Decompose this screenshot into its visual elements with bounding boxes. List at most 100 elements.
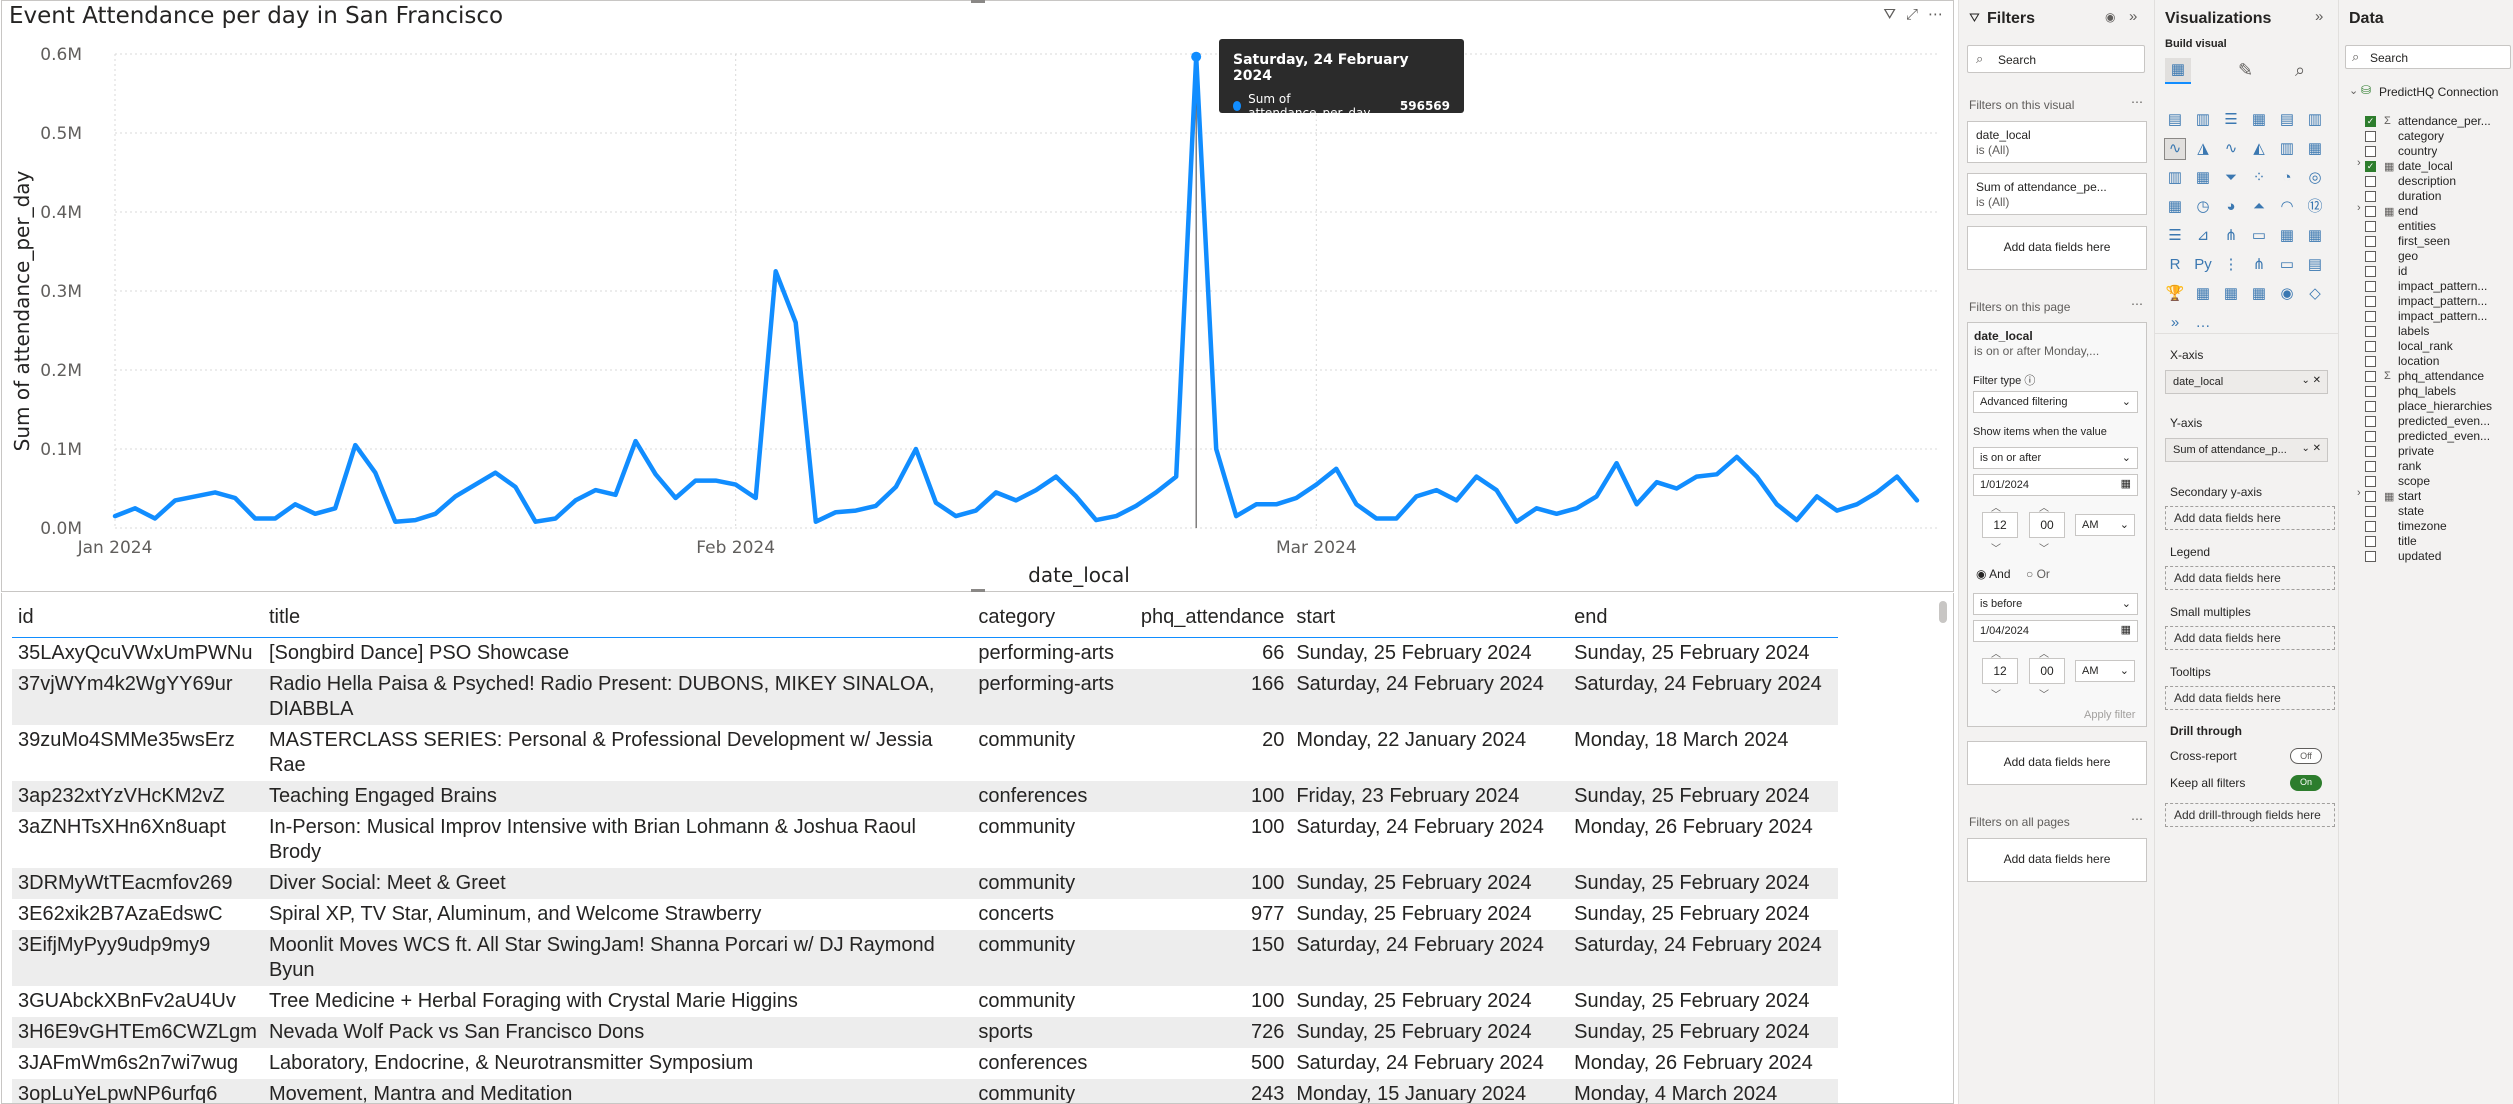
- table-row[interactable]: 3DRMyWtTEacmfov269 Diver Social: Meet & G…: [12, 867, 1838, 899]
- line-chart-visual[interactable]: 0.0M 0.1M 0.2M 0.3M 0.4M 0.5M 0.6M Jan 2024 Feb …: [1, 0, 1954, 592]
- y-axis-field-chip[interactable]: Sum of attendance_p... ⌄ ✕: [2165, 438, 2328, 462]
- visual-type-icon[interactable]: ▥: [2165, 168, 2185, 188]
- eye-icon[interactable]: ◉: [2105, 10, 2115, 24]
- connection-name[interactable]: PredictHQ Connection: [2379, 85, 2498, 99]
- minute-down-icon[interactable]: ﹀: [2039, 686, 2049, 701]
- visual-type-icon[interactable]: ▦: [2193, 168, 2213, 188]
- resize-handle-bottom[interactable]: [971, 589, 985, 592]
- visual-type-icon[interactable]: ▦: [2305, 139, 2325, 159]
- expand-chevron-icon[interactable]: ›: [2357, 202, 2361, 214]
- hour-down-icon[interactable]: ﹀: [1991, 540, 2001, 555]
- filter-type-dropdown[interactable]: Advanced filtering ⌄: [1973, 391, 2138, 413]
- chevron-down-icon[interactable]: ⌄ ✕: [2301, 443, 2321, 454]
- visual-type-icon[interactable]: ∿: [2164, 138, 2186, 160]
- table-row[interactable]: 3ap232xtYzVHcKM2vZ Teaching Engaged Brain…: [12, 780, 1838, 812]
- visual-type-icon[interactable]: ⋔: [2221, 226, 2241, 246]
- visual-type-icon[interactable]: ▤: [2305, 255, 2325, 275]
- table-row[interactable]: 39zuMo4SMMe35wsErz MASTERCLASS SERIES: Pe…: [12, 725, 1838, 781]
- data-field-row[interactable]: updated: [2365, 545, 2500, 567]
- apply-filter-button[interactable]: Apply filter: [2084, 709, 2135, 721]
- table-row[interactable]: 37vjWYm4k2WgYY69ur Radio Hella Paisa & Ps…: [12, 668, 1838, 725]
- visual-type-icon[interactable]: ◮: [2193, 139, 2213, 159]
- add-visual-filter-well[interactable]: Add data fields here: [1967, 226, 2147, 270]
- visual-type-icon[interactable]: ▤: [2277, 110, 2297, 130]
- visual-type-icon[interactable]: ◉: [2277, 284, 2297, 304]
- visual-type-icon[interactable]: »: [2165, 313, 2185, 333]
- visual-type-icon[interactable]: ▥: [2305, 110, 2325, 130]
- and-radio[interactable]: ◉ And: [1976, 567, 2011, 581]
- minute-1-input[interactable]: 00: [2029, 512, 2065, 538]
- visual-type-icon[interactable]: ☰: [2165, 226, 2185, 246]
- visual-type-icon[interactable]: ◭: [2249, 139, 2269, 159]
- visual-type-icon[interactable]: ▦: [2193, 284, 2213, 304]
- filter-icon[interactable]: ⛛: [1883, 5, 1896, 23]
- visual-type-icon[interactable]: ⋮: [2221, 255, 2241, 275]
- table-visual[interactable]: id title category phq_attendance start e…: [1, 593, 1954, 1104]
- calendar-icon[interactable]: ▦: [2121, 477, 2131, 490]
- expand-chevron-icon[interactable]: ›: [2357, 487, 2361, 499]
- visual-type-icon[interactable]: ▦: [2277, 226, 2297, 246]
- data-search-box[interactable]: ⌕ Search: [2345, 45, 2511, 69]
- column-header-title[interactable]: title: [262, 599, 973, 638]
- visual-type-icon[interactable]: ◎: [2305, 168, 2325, 188]
- date-2-input[interactable]: 1/04/2024 ▦: [1973, 620, 2138, 642]
- visual-type-icon[interactable]: ⑫: [2305, 197, 2325, 217]
- condition-1-dropdown[interactable]: is on or after ⌄: [1973, 447, 2138, 469]
- visual-type-icon[interactable]: ▦: [2249, 110, 2269, 130]
- more-options-icon[interactable]: ⋯: [2131, 297, 2143, 311]
- build-visual-tab-icon[interactable]: ▦: [2165, 58, 2191, 84]
- drill-through-well[interactable]: Add drill-through fields here: [2165, 803, 2335, 827]
- condition-2-dropdown[interactable]: is before ⌄: [1973, 593, 2138, 615]
- highlighted-data-point[interactable]: [1191, 51, 1202, 62]
- table-scrollbar[interactable]: [1939, 601, 1947, 623]
- minute-2-input[interactable]: 00: [2029, 658, 2065, 684]
- more-options-icon[interactable]: ⋯: [2131, 95, 2143, 109]
- column-header-id[interactable]: id: [12, 599, 263, 638]
- more-options-icon[interactable]: ⋯: [2131, 812, 2143, 826]
- visual-type-icon[interactable]: ⏷: [2221, 168, 2241, 188]
- hour-down-icon[interactable]: ﹀: [1991, 686, 2001, 701]
- visual-type-icon[interactable]: ◷: [2193, 197, 2213, 217]
- visual-type-icon[interactable]: ◕: [2221, 197, 2241, 217]
- visual-filter-card-date[interactable]: date_local is (All): [1967, 121, 2147, 163]
- ampm-2-dropdown[interactable]: AM ⌄: [2075, 660, 2135, 682]
- collapse-pane-icon[interactable]: »: [2315, 8, 2323, 25]
- visual-type-icon[interactable]: ▤: [2165, 110, 2185, 130]
- small-multiples-well[interactable]: Add data fields here: [2165, 626, 2335, 650]
- visual-type-icon[interactable]: ☰: [2221, 110, 2241, 130]
- legend-well[interactable]: Add data fields here: [2165, 566, 2335, 590]
- visual-type-icon[interactable]: ◠: [2277, 197, 2297, 217]
- format-visual-tab-icon[interactable]: ✎: [2238, 60, 2253, 81]
- visual-type-icon[interactable]: ▥: [2193, 110, 2213, 130]
- date-1-input[interactable]: 1/01/2024 ▦: [1973, 474, 2138, 496]
- visual-type-icon[interactable]: R: [2165, 255, 2185, 275]
- visual-type-icon[interactable]: ◔: [2277, 168, 2297, 188]
- visual-type-icon[interactable]: 🏆: [2165, 284, 2185, 304]
- field-checkbox[interactable]: [2365, 550, 2376, 562]
- table-row[interactable]: 35LAxyQcuVWxUmPWNu [Songbird Dance] PSO S…: [12, 637, 1838, 669]
- focus-mode-icon[interactable]: ⤢: [1906, 5, 1918, 23]
- hour-2-input[interactable]: 12: [1982, 658, 2018, 684]
- ampm-1-dropdown[interactable]: AM ⌄: [2075, 514, 2135, 536]
- table-row[interactable]: 3aZNHTsXHn6Xn8uapt In-Person: Musical Imp…: [12, 812, 1838, 868]
- visual-type-icon[interactable]: ∿: [2221, 139, 2241, 159]
- chevron-down-icon[interactable]: ⌄: [2349, 84, 2358, 97]
- series-line-attendance[interactable]: [112, 54, 1920, 524]
- analytics-tab-icon[interactable]: ⌕: [2295, 60, 2305, 81]
- calendar-icon[interactable]: ▦: [2121, 623, 2131, 636]
- expand-chevron-icon[interactable]: ›: [2357, 157, 2361, 169]
- column-header-phq-attendance[interactable]: phq_attendance: [1132, 599, 1291, 638]
- or-radio[interactable]: ○ Or: [2026, 567, 2050, 581]
- resize-handle-top[interactable]: [971, 0, 985, 3]
- visual-type-icon[interactable]: ▭: [2277, 255, 2297, 275]
- column-header-start[interactable]: start: [1290, 599, 1569, 638]
- visual-filter-card-attendance[interactable]: Sum of attendance_pe... is (All): [1967, 173, 2147, 215]
- keep-all-filters-toggle[interactable]: On: [2290, 775, 2322, 791]
- visual-type-icon[interactable]: ◇: [2305, 284, 2325, 304]
- add-page-filter-well[interactable]: Add data fields here: [1967, 741, 2147, 785]
- table-row[interactable]: 3opLuYeLpwNP6urfq6 Movement, Mantra and M…: [12, 1078, 1838, 1103]
- visual-type-icon[interactable]: Py: [2193, 255, 2213, 275]
- collapse-pane-icon[interactable]: »: [2129, 8, 2137, 25]
- table-row[interactable]: 3EifjMyPyy9udp9my9 Moonlit Moves WCS ft. …: [12, 929, 1838, 986]
- x-axis-field-chip[interactable]: date_local ⌄ ✕: [2165, 370, 2328, 394]
